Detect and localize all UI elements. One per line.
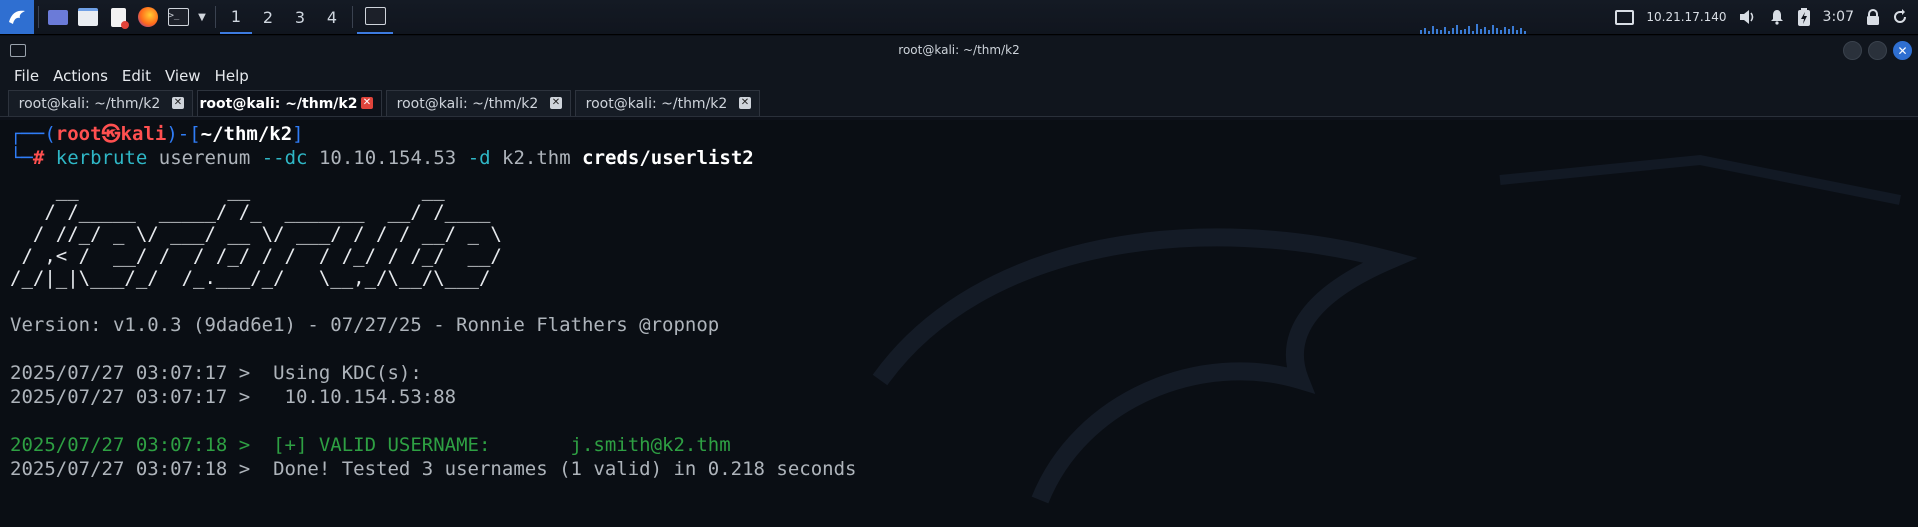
terminal-icon: >_ bbox=[167, 8, 189, 26]
banner-line: / ,< / __/ / / /_/ / / / /_/ / /_/ __/ bbox=[10, 245, 502, 267]
tab-bar: root@kali: ~/thm/k2 ✕ root@kali: ~/thm/k… bbox=[0, 88, 1918, 117]
tab-label: root@kali: ~/thm/k2 bbox=[396, 95, 539, 112]
command-flag: --dc bbox=[261, 147, 308, 169]
logout-button[interactable] bbox=[1886, 0, 1918, 34]
menu-actions[interactable]: Actions bbox=[47, 67, 116, 85]
desktop-icon bbox=[48, 9, 68, 25]
speaker-icon bbox=[1739, 10, 1753, 24]
tab-label: root@kali: ~/thm/k2 bbox=[18, 95, 161, 112]
tab-label: root@kali: ~/thm/k2 bbox=[585, 95, 728, 112]
window-menu-icon[interactable] bbox=[10, 44, 26, 57]
command-tool: kerbrute bbox=[55, 147, 148, 169]
prompt-path: ~/thm/k2 bbox=[200, 123, 293, 145]
command-file: creds/userlist2 bbox=[582, 147, 754, 169]
close-tab-icon[interactable]: ✕ bbox=[361, 97, 373, 109]
top-panel: >_ ▼ 1 2 3 4 10.21.17.140 3:07 bbox=[0, 0, 1918, 35]
close-tab-icon[interactable]: ✕ bbox=[172, 97, 184, 109]
battery-charging-icon bbox=[1797, 8, 1810, 26]
bell-icon bbox=[1770, 10, 1783, 25]
close-icon: ✕ bbox=[1897, 43, 1908, 58]
workspace-1[interactable]: 1 bbox=[220, 0, 252, 34]
command-domain: k2.thm bbox=[502, 147, 571, 169]
workspace-4[interactable]: 4 bbox=[316, 0, 348, 34]
terminal-output[interactable]: ┌──(root㉿kali)-[~/thm/k2] └─# kerbrute u… bbox=[0, 120, 1918, 527]
prompt-skull: ㉿ bbox=[101, 123, 121, 145]
minimize-button[interactable] bbox=[1843, 41, 1862, 60]
panel-separator bbox=[215, 6, 216, 28]
folder-icon bbox=[78, 8, 98, 26]
panel-separator bbox=[352, 6, 353, 28]
banner-line: / //_/ _ \/ ___/ __ \/ ___/ / / / __/ _ … bbox=[10, 223, 502, 245]
vpn-indicator[interactable] bbox=[1609, 0, 1640, 34]
firefox-button[interactable] bbox=[133, 0, 163, 34]
menu-bar: File Actions Edit View Help bbox=[0, 64, 1918, 88]
terminal-launcher-button[interactable]: >_ bbox=[163, 0, 193, 34]
tab-label: root@kali: ~/thm/k2 bbox=[199, 95, 358, 112]
tab-1[interactable]: root@kali: ~/thm/k2 ✕ bbox=[8, 90, 193, 116]
firefox-icon bbox=[138, 7, 158, 27]
command-ip: 10.10.154.53 bbox=[318, 147, 457, 169]
close-tab-icon[interactable]: ✕ bbox=[739, 97, 751, 109]
system-tray: 10.21.17.140 3:07 bbox=[1609, 0, 1918, 34]
file-manager-button[interactable] bbox=[73, 0, 103, 34]
terminal-icon bbox=[364, 7, 386, 25]
command-line: └─# kerbrute userenum --dc 10.10.154.53 … bbox=[10, 147, 754, 169]
kali-menu-button[interactable] bbox=[0, 0, 34, 34]
window-titlebar[interactable]: root@kali: ~/thm/k2 ✕ bbox=[0, 36, 1918, 64]
menu-help[interactable]: Help bbox=[209, 67, 257, 85]
version-line: Version: v1.0.3 (9dad6e1) - 07/27/25 - R… bbox=[10, 314, 720, 336]
panel-separator bbox=[38, 6, 39, 28]
refresh-icon bbox=[1894, 9, 1906, 23]
workspace-2[interactable]: 2 bbox=[252, 0, 284, 34]
banner-line: / /_____ _____/ /_ _______ __/ /____ bbox=[10, 201, 502, 223]
command-arg: userenum bbox=[158, 147, 251, 169]
maximize-button[interactable] bbox=[1868, 41, 1887, 60]
launcher-dropdown[interactable]: ▼ bbox=[193, 0, 211, 34]
workspace-3[interactable]: 3 bbox=[284, 0, 316, 34]
prompt-user: root bbox=[55, 123, 102, 145]
ip-address-label: 10.21.17.140 bbox=[1646, 10, 1727, 24]
banner-line: /_/|_|\___/_/ /_.___/_/ \__,_/\__/\___/ bbox=[10, 267, 502, 289]
lock-icon bbox=[1867, 8, 1879, 25]
close-tab-icon[interactable]: ✕ bbox=[550, 97, 562, 109]
prompt-line: ┌──(root㉿kali)-[~/thm/k2] bbox=[10, 123, 304, 145]
command-flag: -d bbox=[467, 147, 491, 169]
show-desktop-button[interactable] bbox=[43, 0, 73, 34]
output-line: 2025/07/27 03:07:18 > Done! Tested 3 use… bbox=[10, 458, 857, 480]
notifications-button[interactable] bbox=[1763, 0, 1791, 34]
close-button[interactable]: ✕ bbox=[1893, 41, 1912, 60]
volume-button[interactable] bbox=[1733, 0, 1763, 34]
text-editor-button[interactable] bbox=[103, 0, 133, 34]
window-controls: ✕ bbox=[1843, 41, 1912, 60]
chevron-down-icon: ▼ bbox=[198, 11, 206, 23]
tab-3[interactable]: root@kali: ~/thm/k2 ✕ bbox=[386, 90, 571, 116]
banner-line: __ __ __ bbox=[10, 179, 502, 201]
kali-dragon-icon bbox=[9, 10, 25, 24]
output-line: 2025/07/27 03:07:17 > 10.10.154.53:88 bbox=[10, 386, 457, 408]
network-activity-graph bbox=[1420, 24, 1526, 34]
clock[interactable]: 3:07 bbox=[1817, 0, 1860, 34]
menu-file[interactable]: File bbox=[8, 67, 47, 85]
valid-username-line: 2025/07/27 03:07:18 > [+] VALID USERNAME… bbox=[10, 434, 731, 456]
terminal-window: root@kali: ~/thm/k2 ✕ File Actions Edit … bbox=[0, 36, 1918, 527]
taskbar-terminal-window[interactable] bbox=[357, 0, 393, 34]
menu-edit[interactable]: Edit bbox=[116, 67, 159, 85]
lock-screen-button[interactable] bbox=[1860, 0, 1886, 34]
text-editor-icon bbox=[110, 7, 129, 29]
monitor-icon bbox=[1615, 9, 1635, 25]
output-line: 2025/07/27 03:07:17 > Using KDC(s): bbox=[10, 362, 422, 384]
tab-4[interactable]: root@kali: ~/thm/k2 ✕ bbox=[575, 90, 760, 116]
power-status-button[interactable] bbox=[1791, 0, 1817, 34]
window-title: root@kali: ~/thm/k2 bbox=[898, 43, 1020, 57]
prompt-host: kali bbox=[120, 123, 167, 145]
tab-2[interactable]: root@kali: ~/thm/k2 ✕ bbox=[197, 90, 382, 116]
menu-view[interactable]: View bbox=[159, 67, 209, 85]
